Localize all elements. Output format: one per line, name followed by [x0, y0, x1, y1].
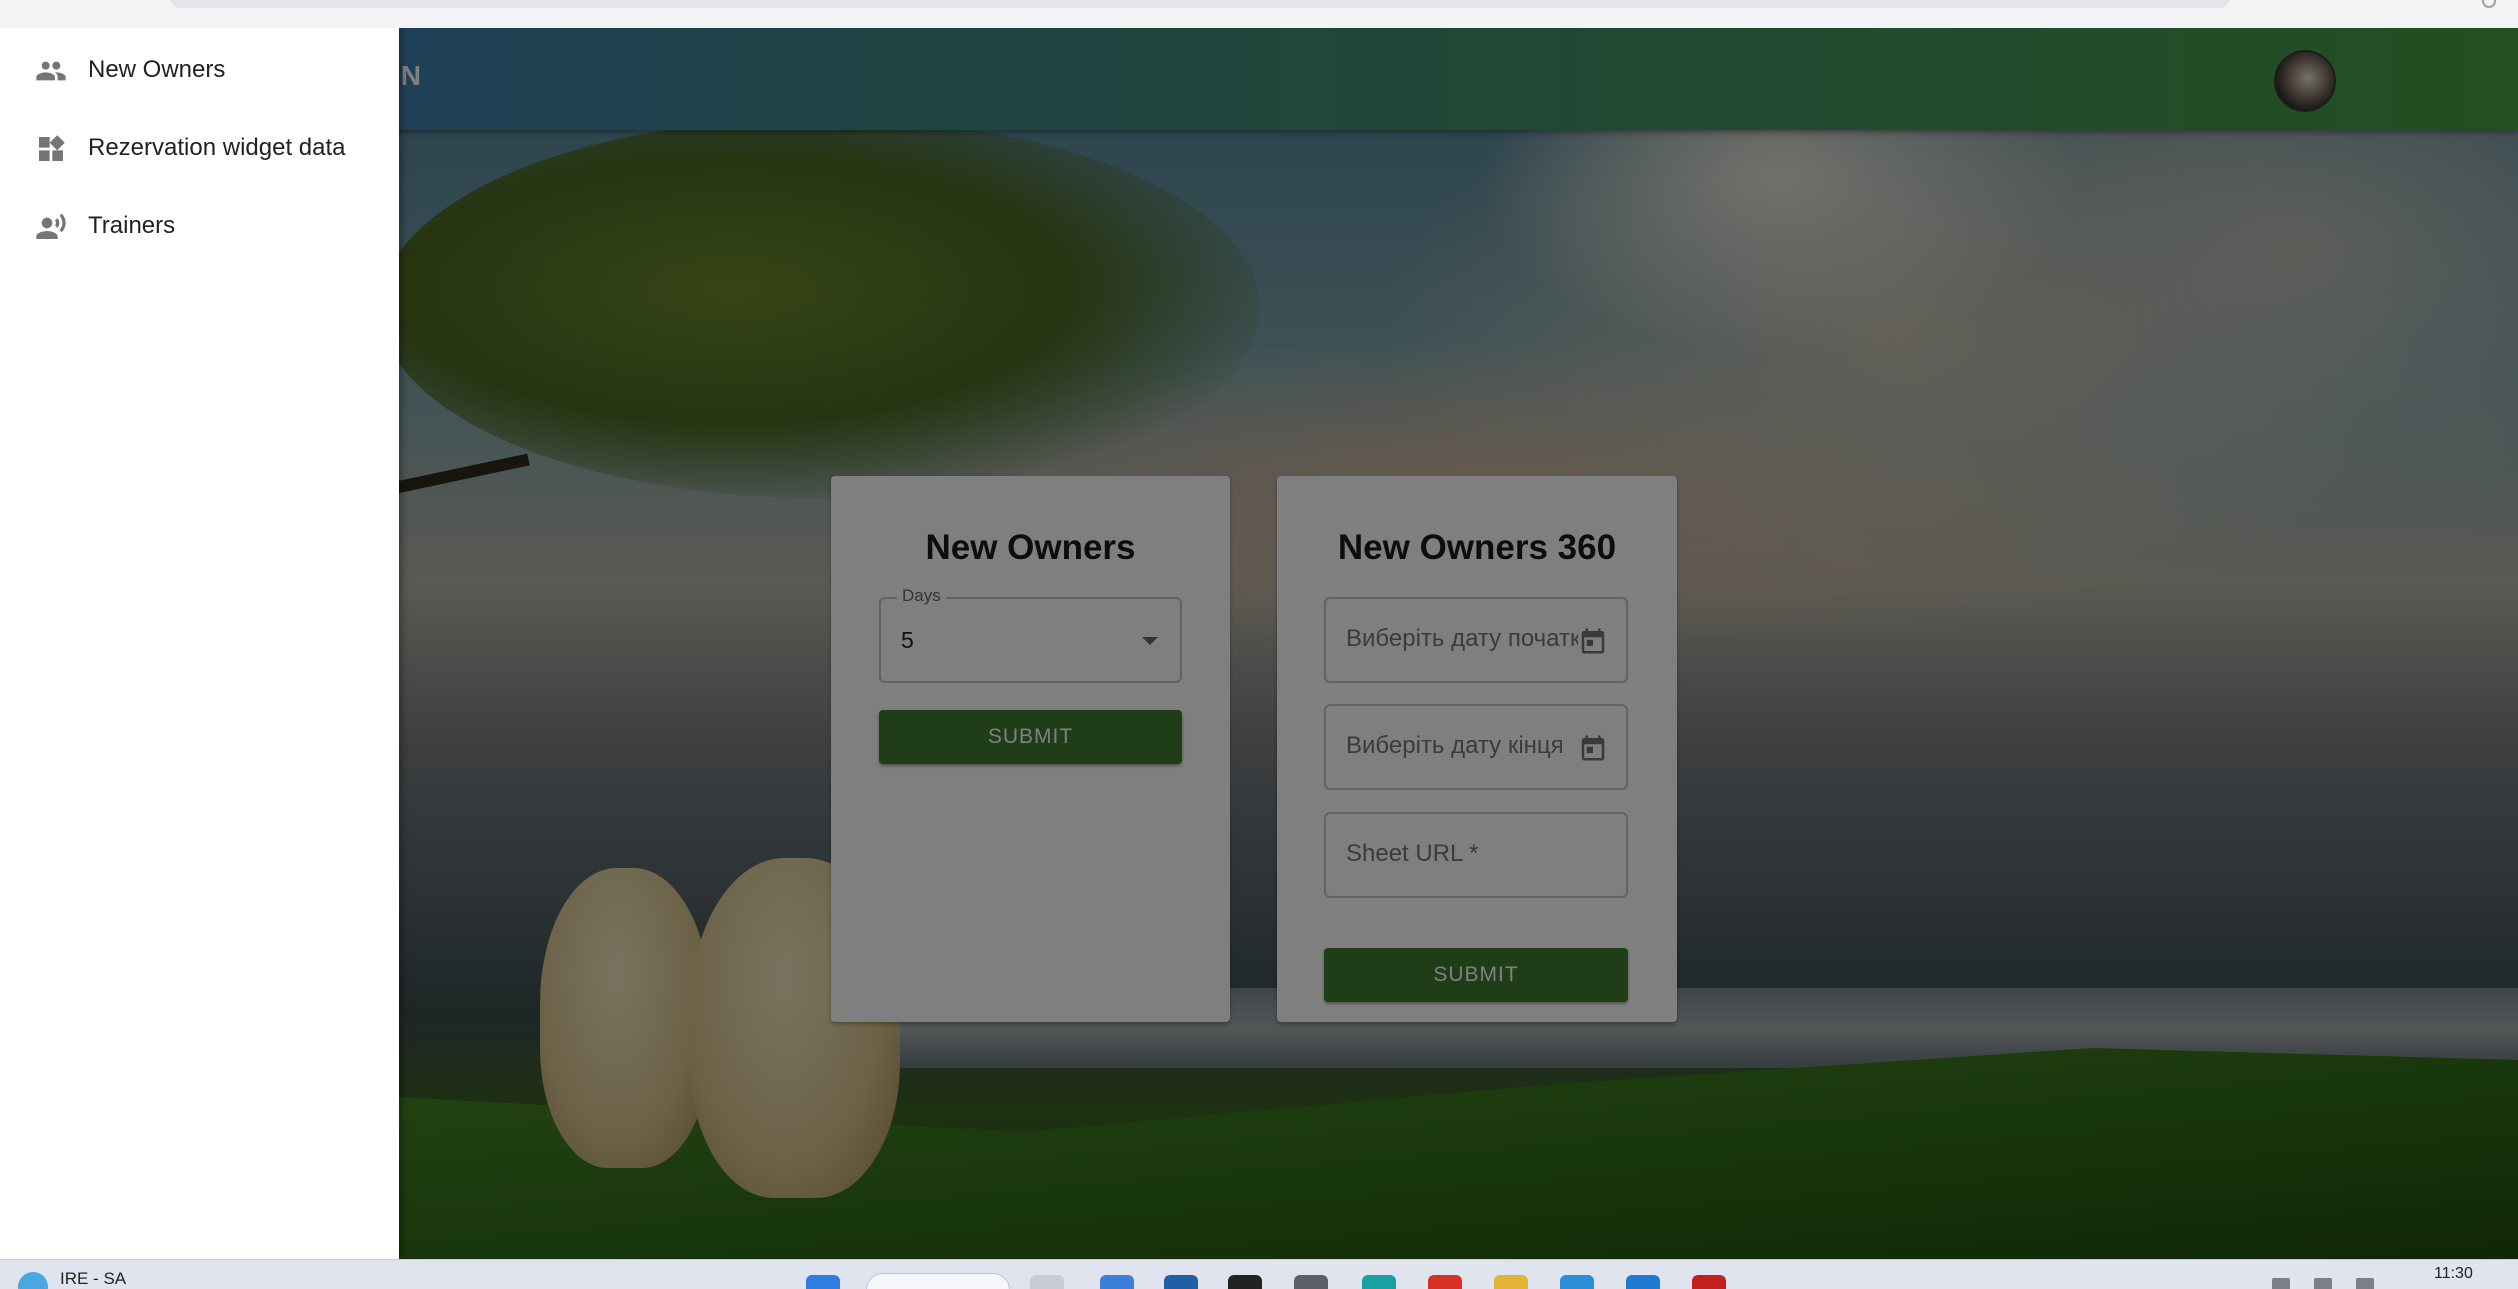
drawer-item-trainers[interactable]: Trainers [0, 188, 399, 266]
dashboard-widgets-icon [39, 135, 65, 161]
drawer-item-label: Trainers [88, 212, 176, 239]
app-window: ON New Owners Days 5 SUBMIT New Owners 3… [0, 28, 2518, 1259]
drawer-item-new-owners[interactable]: New Owners [0, 32, 399, 110]
terminal-icon[interactable] [1228, 1275, 1262, 1289]
copilot-icon[interactable] [1100, 1275, 1134, 1289]
browser-address-bar[interactable] [170, 0, 2230, 8]
navigation-drawer: New Owners Rezervation widget data Train… [0, 28, 399, 1259]
file-explorer-icon[interactable] [1494, 1275, 1528, 1289]
app-icon[interactable] [1560, 1275, 1594, 1289]
drawer-item-reservation-widget[interactable]: Rezervation widget data [0, 110, 399, 188]
vscode-icon[interactable] [1626, 1275, 1660, 1289]
clock-time[interactable]: 11:30 [2434, 1265, 2473, 1283]
windows-start-icon[interactable] [806, 1275, 840, 1289]
taskbar-search-icon[interactable] [866, 1273, 1010, 1289]
weather-text[interactable]: IRE - SA [60, 1269, 126, 1289]
battery-icon[interactable] [2356, 1278, 2374, 1289]
network-icon[interactable] [2272, 1278, 2290, 1289]
drawer-item-label: New Owners [88, 56, 226, 83]
weather-icon[interactable] [18, 1272, 48, 1289]
app-icon[interactable] [1294, 1275, 1328, 1289]
mail-icon[interactable] [1164, 1275, 1198, 1289]
os-taskbar: IRE - SA 11:30 [0, 1259, 2518, 1289]
task-view-icon[interactable] [1030, 1275, 1064, 1289]
edge-icon[interactable] [1362, 1275, 1396, 1289]
volume-icon[interactable] [2314, 1278, 2332, 1289]
drawer-item-label: Rezervation widget data [88, 134, 346, 161]
record-voice-icon [36, 213, 66, 239]
app-icon[interactable] [1692, 1275, 1726, 1289]
browser-menu-icon[interactable] [2482, 0, 2496, 8]
browser-toolbar [0, 0, 2518, 28]
people-icon [36, 61, 66, 81]
chrome-icon[interactable] [1428, 1275, 1462, 1289]
